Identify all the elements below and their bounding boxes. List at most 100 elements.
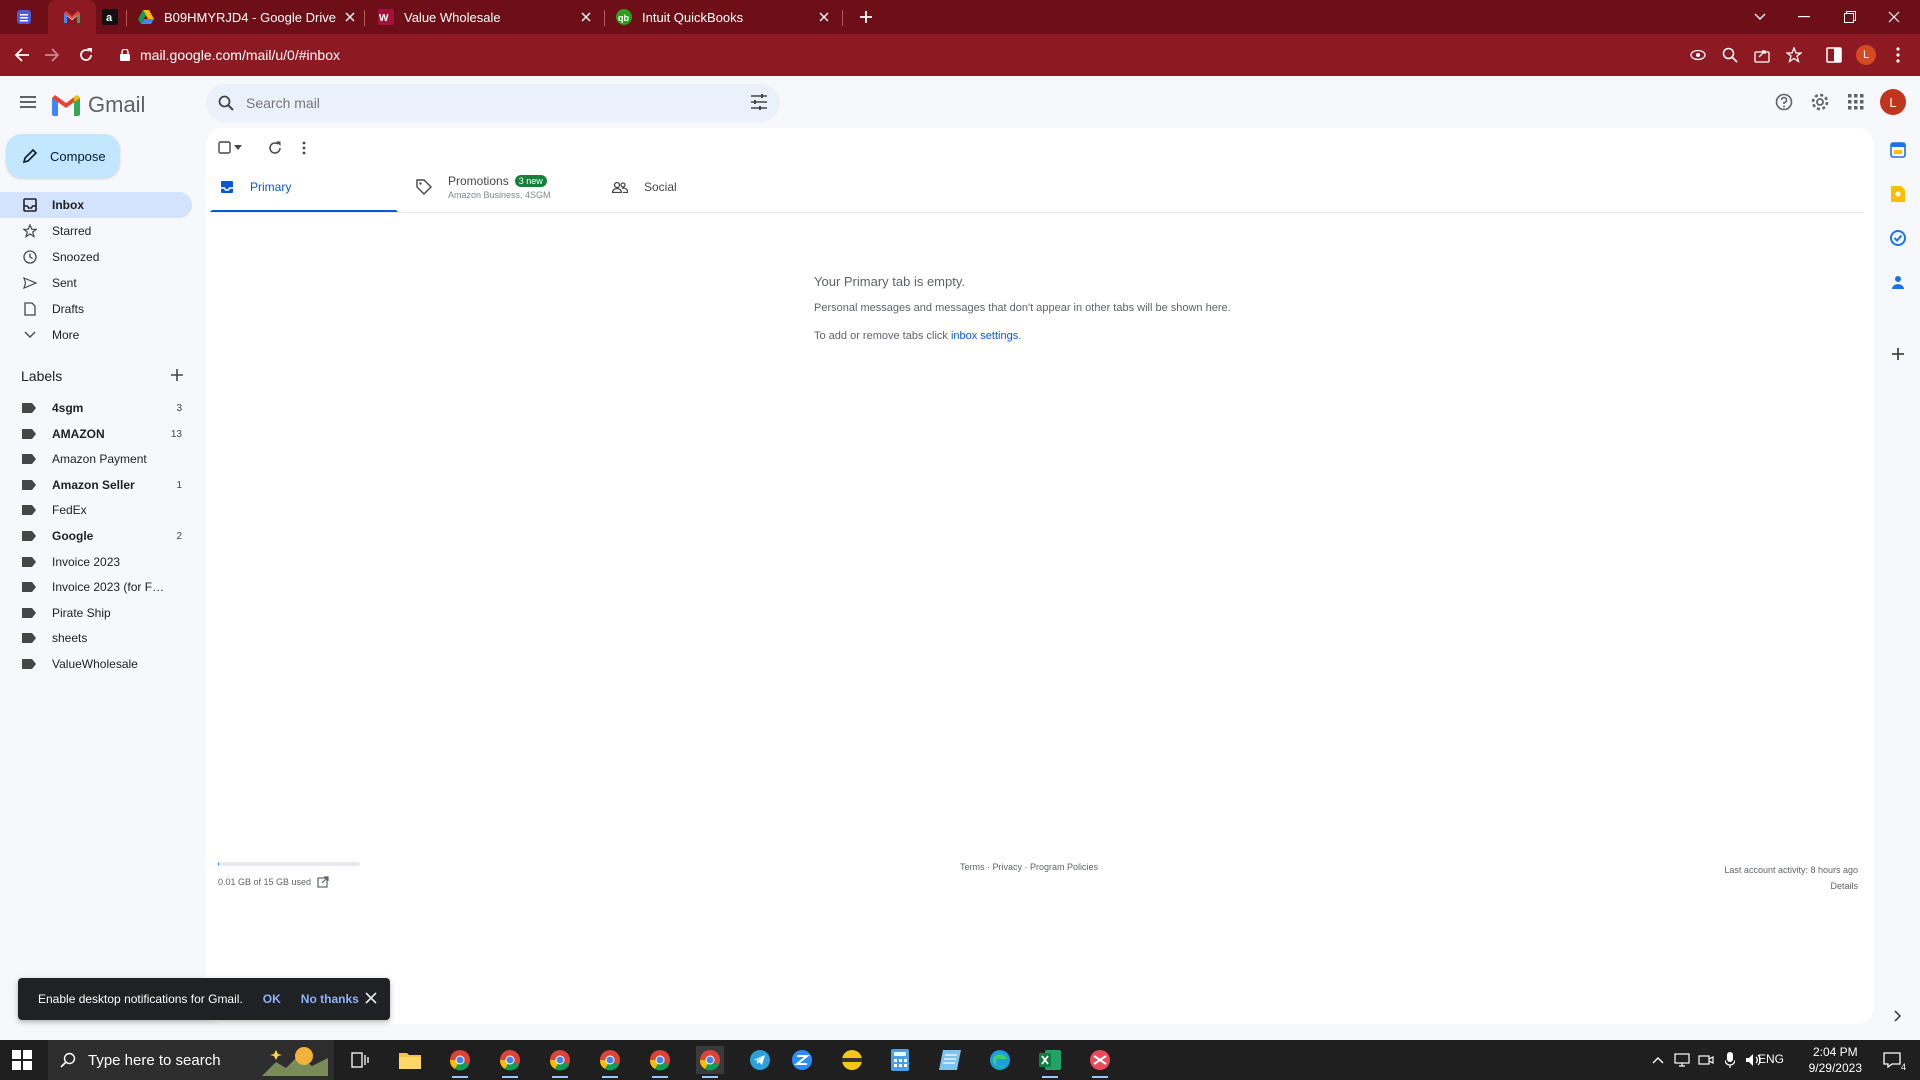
search-input[interactable] bbox=[244, 94, 718, 112]
nav-item-more[interactable]: More bbox=[0, 322, 192, 348]
tab-list-button[interactable] bbox=[1750, 0, 1770, 34]
tab-primary[interactable]: Primary bbox=[210, 162, 398, 212]
nav-item-snoozed[interactable]: Snoozed bbox=[0, 244, 192, 270]
eye-off-button[interactable] bbox=[1686, 43, 1710, 67]
tab-search-button[interactable] bbox=[16, 0, 40, 34]
label-item[interactable]: FedEx bbox=[0, 498, 192, 522]
chrome-window-1[interactable] bbox=[446, 1046, 474, 1078]
profile-button[interactable]: L bbox=[1854, 43, 1878, 67]
chrome-window-4[interactable] bbox=[596, 1046, 624, 1078]
url-bar[interactable]: mail.google.com/mail/u/0/#inbox bbox=[108, 39, 1894, 71]
task-view-button[interactable] bbox=[346, 1046, 374, 1074]
label-item[interactable]: Invoice 2023 (for FedEx ... bbox=[0, 575, 192, 599]
nav-item-sent[interactable]: Sent bbox=[0, 270, 192, 296]
nav-item-inbox[interactable]: Inbox bbox=[0, 192, 192, 218]
excel-button[interactable] bbox=[1036, 1046, 1064, 1078]
forward-button[interactable] bbox=[40, 43, 64, 67]
tab-promotions[interactable]: Promotions 3 new Amazon Business, 4SGM bbox=[406, 162, 594, 212]
show-side-panel-button[interactable] bbox=[1886, 1004, 1910, 1028]
profile-avatar: L bbox=[1856, 45, 1876, 65]
edge-button[interactable] bbox=[986, 1046, 1014, 1074]
bookmark-button[interactable] bbox=[1782, 43, 1806, 67]
app-button-yellow[interactable] bbox=[838, 1046, 866, 1074]
label-item[interactable]: Invoice 2023 bbox=[0, 550, 192, 574]
taskbar-search[interactable]: Type here to search bbox=[48, 1040, 334, 1080]
create-label-button[interactable] bbox=[170, 368, 186, 384]
snipping-tool-button[interactable] bbox=[1086, 1046, 1114, 1078]
label-item[interactable]: sheets bbox=[0, 626, 192, 650]
tab-gmail[interactable] bbox=[48, 0, 96, 34]
label-item[interactable]: Amazon Payment bbox=[0, 447, 192, 471]
gmail-logo[interactable]: Gmail bbox=[52, 92, 145, 118]
close-icon[interactable] bbox=[364, 991, 378, 1005]
footer-links[interactable]: Terms · Privacy · Program Policies bbox=[960, 862, 1098, 872]
label-item[interactable]: 4sgm 3 bbox=[0, 396, 192, 420]
tab-social[interactable]: Social bbox=[602, 162, 790, 212]
tab-title: Intuit QuickBooks bbox=[642, 9, 744, 25]
label-item[interactable]: Google 2 bbox=[0, 524, 192, 548]
keep-app-button[interactable] bbox=[1886, 182, 1910, 206]
calculator-button[interactable] bbox=[886, 1046, 914, 1074]
browser-menu-button[interactable] bbox=[1886, 43, 1910, 67]
tab-value-wholesale[interactable]: W Value Wholesale bbox=[378, 0, 594, 34]
nav-item-drafts[interactable]: Drafts bbox=[0, 296, 192, 322]
refresh-button[interactable] bbox=[268, 138, 282, 158]
details-link[interactable]: Details bbox=[1724, 878, 1858, 894]
main-menu-button[interactable] bbox=[16, 90, 40, 114]
contacts-app-button[interactable] bbox=[1886, 270, 1910, 294]
external-link-icon[interactable] bbox=[311, 876, 329, 888]
account-avatar[interactable]: L bbox=[1880, 89, 1906, 115]
get-addons-button[interactable] bbox=[1886, 342, 1910, 366]
tab-amazon[interactable]: a bbox=[96, 0, 124, 34]
restore-button[interactable] bbox=[1840, 0, 1860, 34]
notifications-button[interactable]: 4 bbox=[1878, 1046, 1906, 1074]
new-count-badge: 3 new bbox=[514, 175, 547, 187]
select-checkbox[interactable] bbox=[218, 138, 242, 158]
new-tab-button[interactable] bbox=[856, 0, 876, 34]
minimize-button[interactable] bbox=[1794, 0, 1814, 34]
ok-button[interactable]: OK bbox=[263, 992, 281, 1006]
inbox-settings-link[interactable]: inbox settings bbox=[951, 330, 1018, 342]
taskbar-clock[interactable]: 2:04 PM 9/29/2023 bbox=[1809, 1044, 1862, 1076]
calendar-app-button[interactable] bbox=[1886, 138, 1910, 162]
close-icon[interactable] bbox=[578, 9, 594, 25]
chrome-window-2[interactable] bbox=[496, 1046, 524, 1078]
reload-button[interactable] bbox=[74, 43, 98, 67]
close-icon[interactable] bbox=[816, 9, 832, 25]
side-panel-button[interactable] bbox=[1822, 43, 1846, 67]
chrome-window-active[interactable] bbox=[696, 1046, 724, 1078]
label-item[interactable]: Pirate Ship bbox=[0, 601, 192, 625]
tasks-app-button[interactable] bbox=[1886, 226, 1910, 250]
search-icon[interactable] bbox=[218, 95, 234, 111]
tab-label: Promotions bbox=[448, 174, 509, 188]
share-button[interactable] bbox=[1750, 43, 1774, 67]
tab-quickbooks[interactable]: qb Intuit QuickBooks bbox=[616, 0, 832, 34]
more-actions-button[interactable] bbox=[302, 138, 306, 158]
label-item[interactable]: ValueWholesale bbox=[0, 652, 192, 676]
notepad-button[interactable] bbox=[936, 1046, 964, 1074]
label-item[interactable]: AMAZON 13 bbox=[0, 422, 192, 446]
chrome-window-3[interactable] bbox=[546, 1046, 574, 1078]
nav-item-starred[interactable]: Starred bbox=[0, 218, 192, 244]
apps-button[interactable] bbox=[1844, 90, 1868, 114]
compose-button[interactable]: Compose bbox=[6, 134, 120, 178]
telegram-button[interactable] bbox=[746, 1046, 774, 1074]
close-icon[interactable] bbox=[342, 9, 358, 25]
search-options-icon[interactable] bbox=[750, 93, 768, 111]
search-bar[interactable] bbox=[206, 84, 780, 122]
no-thanks-button[interactable]: No thanks bbox=[301, 992, 359, 1006]
tab-title: B09HMYRJD4 - Google Drive bbox=[164, 9, 336, 25]
settings-button[interactable] bbox=[1808, 90, 1832, 114]
tab-google-drive[interactable]: B09HMYRJD4 - Google Drive bbox=[138, 0, 358, 34]
label-name: Amazon Payment bbox=[52, 452, 147, 466]
file-explorer-button[interactable] bbox=[396, 1046, 424, 1074]
back-button[interactable] bbox=[10, 43, 34, 67]
zoom-app-button[interactable] bbox=[788, 1046, 816, 1074]
support-button[interactable] bbox=[1772, 90, 1796, 114]
chrome-window-5[interactable] bbox=[646, 1046, 674, 1078]
language-indicator[interactable]: ENG bbox=[1758, 1052, 1784, 1066]
label-item[interactable]: Amazon Seller 1 bbox=[0, 473, 192, 497]
start-button[interactable] bbox=[12, 1050, 32, 1070]
zoom-button[interactable] bbox=[1718, 43, 1742, 67]
window-close-button[interactable] bbox=[1884, 0, 1904, 34]
